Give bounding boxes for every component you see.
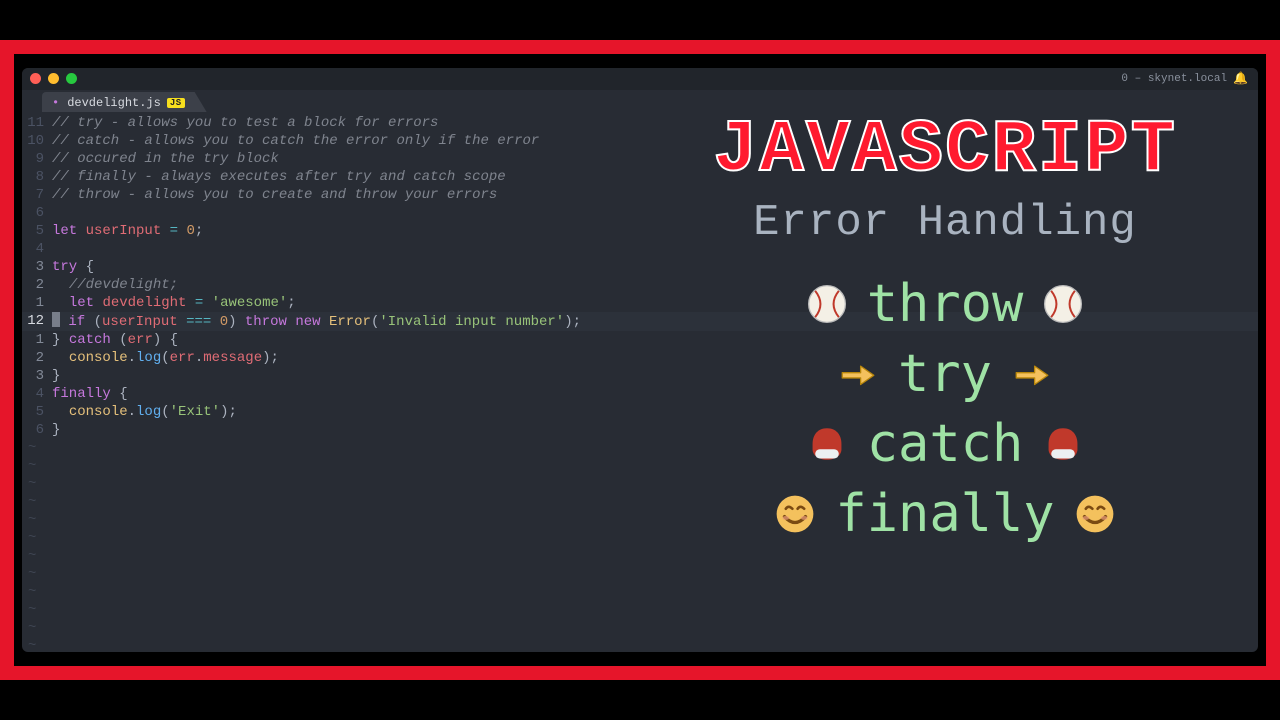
line-number: 9 [22,150,52,168]
line-text[interactable]: if (userInput === 0) throw new Error('In… [52,312,581,331]
line-number: 2 [22,276,52,294]
empty-line-tilde: ~ [22,439,1258,457]
zoom-window-button[interactable] [66,73,77,84]
close-window-button[interactable] [30,73,41,84]
code-line[interactable]: 8// finally - always executes after try … [22,168,1258,186]
line-text[interactable]: // occured in the try block [52,150,279,168]
code-line[interactable]: 5 console.log('Exit'); [22,403,1258,421]
line-text[interactable]: } [52,367,60,385]
file-tab[interactable]: • devdelight.js JS [42,92,207,112]
code-line[interactable]: 2 console.log(err.message); [22,349,1258,367]
line-text[interactable]: finally { [52,385,128,403]
empty-line-tilde: ~ [22,619,1258,637]
titlebar: 0 – skynet.local 🔔 [22,68,1258,90]
editor-window: 0 – skynet.local 🔔 • devdelight.js JS 11… [22,68,1258,652]
line-number: 6 [22,204,52,222]
status-right: 0 – skynet.local 🔔 [1121,71,1248,86]
line-number: 4 [22,385,52,403]
line-number: 12 [22,312,52,331]
line-number: 3 [22,258,52,276]
tab-bar: • devdelight.js JS [22,90,1258,112]
line-number: 4 [22,240,52,258]
line-number: 3 [22,367,52,385]
empty-line-tilde: ~ [22,529,1258,547]
line-text[interactable]: let userInput = 0; [52,222,203,240]
status-text: 0 – skynet.local [1121,73,1227,85]
line-number: 1 [22,331,52,349]
code-line[interactable]: 1 let devdelight = 'awesome'; [22,294,1258,312]
letterbox-bottom [0,680,1280,720]
line-number: 10 [22,132,52,150]
code-line[interactable]: 3try { [22,258,1258,276]
code-line[interactable]: 3} [22,367,1258,385]
line-text[interactable]: try { [52,258,94,276]
red-frame: 0 – skynet.local 🔔 • devdelight.js JS 11… [0,40,1280,680]
code-line[interactable]: 9// occured in the try block [22,150,1258,168]
empty-line-tilde: ~ [22,475,1258,493]
bell-icon[interactable]: 🔔 [1233,71,1248,86]
modified-indicator-icon: • [52,96,59,110]
line-number: 5 [22,403,52,421]
empty-line-tilde: ~ [22,637,1258,652]
minimize-window-button[interactable] [48,73,59,84]
code-line[interactable]: 11// try - allows you to test a block fo… [22,114,1258,132]
code-line[interactable]: 6 [22,204,1258,222]
line-number: 1 [22,294,52,312]
line-text[interactable]: } [52,421,60,439]
tab-filename: devdelight.js [67,96,161,110]
js-badge-icon: JS [167,98,185,108]
line-text[interactable]: console.log(err.message); [52,349,279,367]
code-line[interactable]: 6} [22,421,1258,439]
stage: 0 – skynet.local 🔔 • devdelight.js JS 11… [0,40,1280,680]
line-number: 5 [22,222,52,240]
empty-line-tilde: ~ [22,493,1258,511]
code-area[interactable]: 11// try - allows you to test a block fo… [22,112,1258,652]
empty-line-tilde: ~ [22,547,1258,565]
line-text[interactable]: // finally - always executes after try a… [52,168,506,186]
empty-line-tilde: ~ [22,601,1258,619]
code-line[interactable]: 5let userInput = 0; [22,222,1258,240]
code-line[interactable]: 1} catch (err) { [22,331,1258,349]
code-line[interactable]: 10// catch - allows you to catch the err… [22,132,1258,150]
code-line[interactable]: 4 [22,240,1258,258]
empty-line-tilde: ~ [22,583,1258,601]
line-number: 2 [22,349,52,367]
code-line[interactable]: 2 //devdelight; [22,276,1258,294]
code-line[interactable]: 4finally { [22,385,1258,403]
line-text[interactable]: } catch (err) { [52,331,178,349]
line-number: 8 [22,168,52,186]
empty-line-tilde: ~ [22,511,1258,529]
window-controls [30,73,77,84]
line-text[interactable]: console.log('Exit'); [52,403,237,421]
line-text[interactable]: // try - allows you to test a block for … [52,114,438,132]
code-line[interactable]: 12 if (userInput === 0) throw new Error(… [22,312,1258,331]
line-text[interactable]: //devdelight; [52,276,178,294]
line-text[interactable]: // catch - allows you to catch the error… [52,132,539,150]
line-number: 7 [22,186,52,204]
line-text[interactable]: // throw - allows you to create and thro… [52,186,497,204]
line-number: 6 [22,421,52,439]
line-number: 11 [22,114,52,132]
line-text[interactable]: let devdelight = 'awesome'; [52,294,296,312]
code-line[interactable]: 7// throw - allows you to create and thr… [22,186,1258,204]
empty-line-tilde: ~ [22,457,1258,475]
letterbox-top [0,0,1280,40]
empty-line-tilde: ~ [22,565,1258,583]
